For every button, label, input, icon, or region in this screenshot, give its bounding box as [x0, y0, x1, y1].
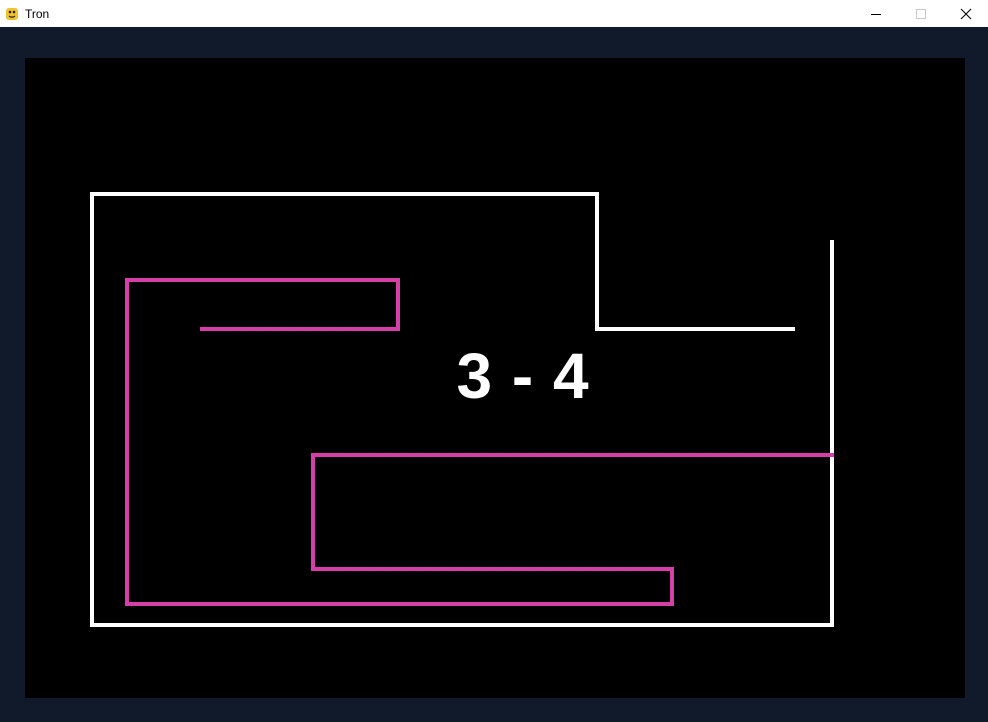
maximize-icon — [915, 8, 927, 20]
maximize-button[interactable] — [898, 0, 943, 27]
minimize-icon — [870, 8, 882, 20]
title-bar: Tron — [0, 0, 988, 27]
window-controls — [853, 0, 988, 27]
close-button[interactable] — [943, 0, 988, 27]
python-icon — [4, 6, 20, 22]
window-title: Tron — [25, 6, 50, 21]
minimize-button[interactable] — [853, 0, 898, 27]
close-icon — [960, 8, 972, 20]
window-body: 3 - 4 — [0, 27, 988, 722]
score-display: 3 - 4 — [456, 340, 590, 412]
game-arena: 3 - 4 — [25, 58, 965, 698]
